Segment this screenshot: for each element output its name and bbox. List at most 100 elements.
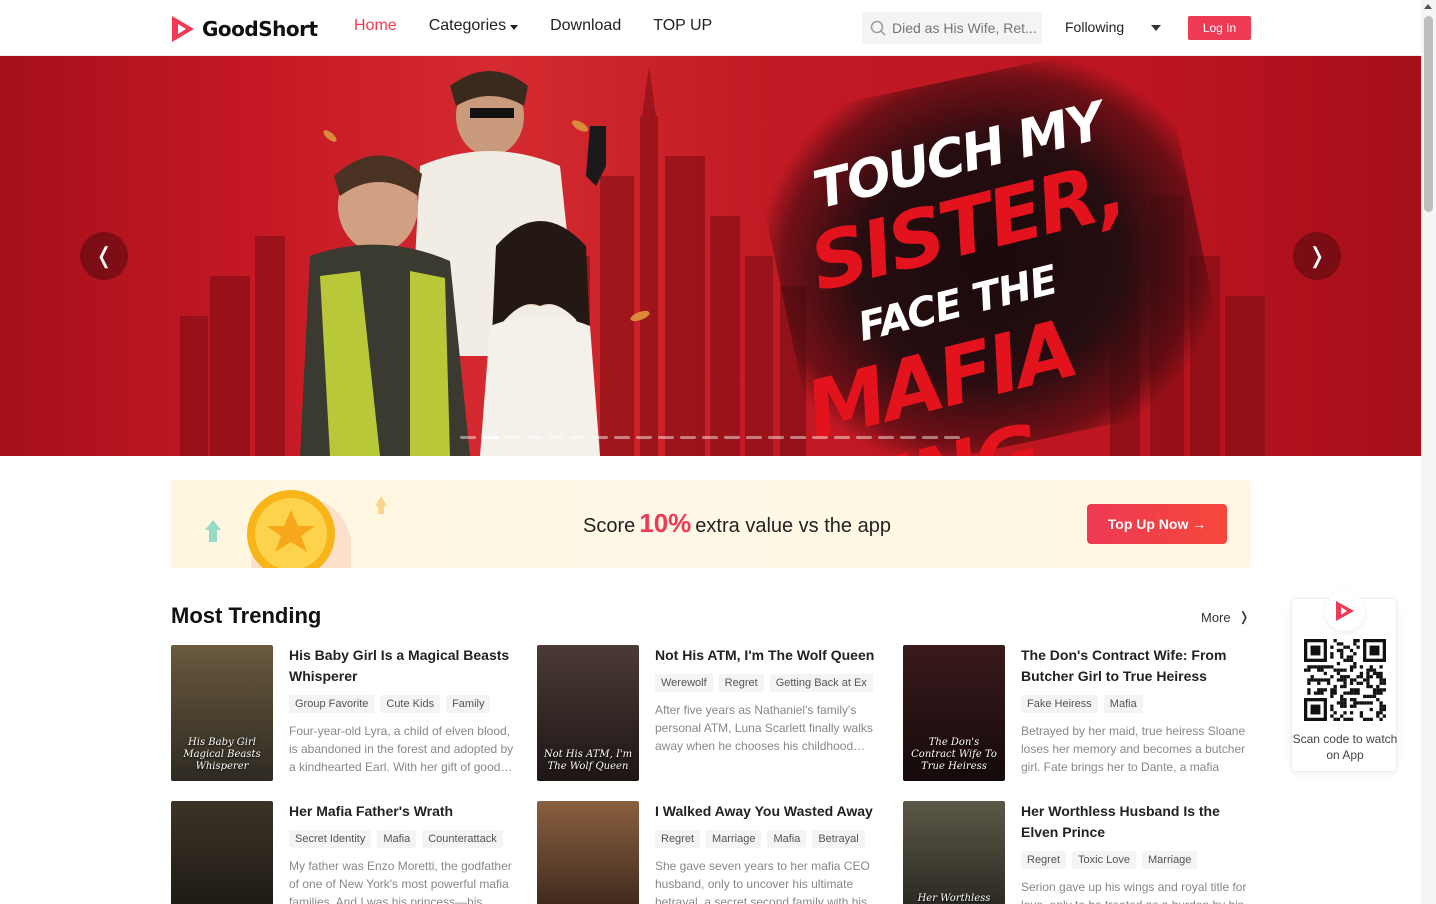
search-box[interactable] [862, 12, 1042, 44]
nav-download-label: Download [550, 17, 622, 34]
book-tags: Regret Toxic Love Marriage [1021, 851, 1251, 869]
book-tag[interactable]: Fake Heiress [1021, 695, 1098, 713]
banner-characters-image [300, 71, 650, 456]
book-title[interactable]: Not His ATM, I'm The Wolf Queen [655, 645, 885, 666]
user-menu-dropdown-icon[interactable] [1151, 25, 1161, 31]
book-tag[interactable]: Regret [1021, 851, 1067, 869]
more-label: More [1201, 609, 1231, 625]
book-tag[interactable]: Mafia [767, 830, 807, 848]
logo[interactable]: GoodShort [170, 14, 318, 44]
book-tag[interactable]: Betrayal [812, 830, 865, 848]
book-card[interactable]: Her Mafia Father's Wrath Her Mafia Father… [171, 801, 516, 904]
book-tag[interactable]: Cute Kids [380, 695, 441, 713]
book-tag[interactable]: Group Favorite [289, 695, 375, 713]
qr-caption: Scan code to watch on App [1292, 732, 1398, 762]
book-cover[interactable]: The Don's Contract Wife To True Heiress [903, 645, 1005, 781]
top-up-now-button[interactable]: Top Up Now → [1087, 504, 1227, 544]
banner-dot[interactable] [482, 436, 498, 439]
scroll-up-arrow-icon[interactable] [1424, 4, 1432, 9]
book-title[interactable]: The Don's Contract Wife: From Butcher Gi… [1021, 645, 1251, 687]
book-title[interactable]: I Walked Away You Wasted Away [655, 801, 885, 822]
book-tag[interactable]: Marriage [1142, 851, 1198, 869]
promo-text-after: extra value vs the app [695, 515, 891, 537]
scroll-thumb[interactable] [1424, 16, 1433, 212]
banner-dot[interactable] [460, 436, 476, 439]
book-tag[interactable]: Regret [718, 674, 764, 692]
book-tag[interactable]: Werewolf [655, 674, 713, 692]
book-tag[interactable]: Marriage [706, 830, 762, 848]
banner-dot[interactable] [592, 436, 608, 439]
banner-dot[interactable] [636, 436, 652, 439]
book-tag[interactable]: Mafia [1103, 695, 1143, 713]
banner-next-button[interactable]: ❭ [1293, 232, 1341, 280]
promo-highlight: 10% [639, 508, 692, 538]
search-input[interactable] [892, 20, 1037, 36]
banner-dot[interactable] [944, 436, 960, 439]
app-qr-panel: Scan code to watch on App [1291, 591, 1398, 772]
book-tag[interactable]: Regret [655, 830, 701, 848]
more-link[interactable]: More ❭ [1201, 609, 1250, 625]
banner-dot[interactable] [614, 436, 630, 439]
qr-code-image [1304, 639, 1386, 721]
banner-dot[interactable] [768, 436, 784, 439]
book-title[interactable]: His Baby Girl Is a Magical Beasts Whispe… [289, 645, 519, 687]
book-tags: Group Favorite Cute Kids Family [289, 695, 519, 713]
banner-dot[interactable] [746, 436, 762, 439]
banner-dot[interactable] [922, 436, 938, 439]
book-tag[interactable]: Toxic Love [1072, 851, 1137, 869]
banner-prev-button[interactable]: ❬ [80, 232, 128, 280]
banner-dot[interactable] [526, 436, 542, 439]
banner-dot[interactable] [856, 436, 872, 439]
book-card[interactable]: The Don's Contract Wife To True Heiress T… [903, 645, 1248, 785]
nav-categories[interactable]: Categories [429, 17, 519, 35]
book-cover-title: The Don's Contract Wife To True Heiress [911, 737, 997, 772]
book-cover[interactable]: I Walked Away [537, 801, 639, 904]
following-link[interactable]: Following [1065, 19, 1124, 35]
nav-home[interactable]: Home [354, 17, 397, 35]
book-card[interactable]: His Baby Girl Magical Beasts Whisperer Hi… [171, 645, 516, 785]
book-cover[interactable]: His Baby Girl Magical Beasts Whisperer [171, 645, 273, 781]
book-title[interactable]: Her Mafia Father's Wrath [289, 801, 519, 822]
book-description: My father was Enzo Moretti, the godfathe… [289, 859, 512, 904]
book-tags: Fake Heiress Mafia [1021, 695, 1251, 713]
book-tag[interactable]: Getting Back at Ex [769, 674, 873, 692]
banner-dot[interactable] [504, 436, 520, 439]
book-cover[interactable]: Her Worthless Husband Elven Prince [903, 801, 1005, 904]
book-card[interactable]: Not His ATM, I'm The Wolf Queen Not His A… [537, 645, 882, 785]
book-tag[interactable]: Counterattack [422, 830, 503, 848]
book-tags: Secret Identity Mafia Counterattack [289, 830, 519, 848]
banner-dot[interactable] [680, 436, 696, 439]
chevron-left-icon: ❬ [94, 243, 114, 268]
book-tag[interactable]: Family [446, 695, 491, 713]
book-info: Not His ATM, I'm The Wolf Queen Werewolf R… [655, 645, 885, 755]
book-cover[interactable]: Not His ATM, I'm The Wolf Queen [537, 645, 639, 781]
nav-download[interactable]: Download [550, 17, 621, 35]
banner-dot[interactable] [548, 436, 564, 439]
book-cover-title: His Baby Girl Magical Beasts Whisperer [183, 737, 261, 772]
main-nav: Home Categories Download TOP UP [354, 17, 744, 35]
banner-dot[interactable] [900, 436, 916, 439]
book-title[interactable]: Her Worthless Husband Is the Elven Princ… [1021, 801, 1251, 843]
book-info: I Walked Away You Wasted Away Regret Marri… [655, 801, 885, 904]
login-button[interactable]: Log In [1188, 16, 1251, 40]
banner-dot[interactable] [702, 436, 718, 439]
banner-dot[interactable] [812, 436, 828, 439]
book-cover-title: Not His ATM, I'm The Wolf Queen [543, 749, 633, 772]
banner-dot[interactable] [658, 436, 674, 439]
hero-banner[interactable]: TOUCH MY SISTER, FACE THE MAFIA KING ❬ ❭ [0, 56, 1421, 456]
book-tag[interactable]: Mafia [377, 830, 417, 848]
banner-dot[interactable] [724, 436, 740, 439]
book-tag[interactable]: Secret Identity [289, 830, 372, 848]
book-description: Four-year-old Lyra, a child of elven blo… [289, 724, 514, 774]
nav-top-up[interactable]: TOP UP [653, 17, 712, 35]
banner-dot[interactable] [834, 436, 850, 439]
book-info: His Baby Girl Is a Magical Beasts Whispe… [289, 645, 519, 776]
book-cover[interactable]: Her Mafia Father's Wrath [171, 801, 273, 904]
banner-dot[interactable] [790, 436, 806, 439]
nav-home-label: Home [354, 17, 397, 34]
book-card[interactable]: Her Worthless Husband Elven Prince Her Wo… [903, 801, 1248, 904]
banner-dot[interactable] [570, 436, 586, 439]
book-card[interactable]: I Walked AwayI Walked Away You Wasted Aw… [537, 801, 882, 904]
banner-dot[interactable] [878, 436, 894, 439]
chevron-right-icon: ❭ [1238, 609, 1250, 624]
